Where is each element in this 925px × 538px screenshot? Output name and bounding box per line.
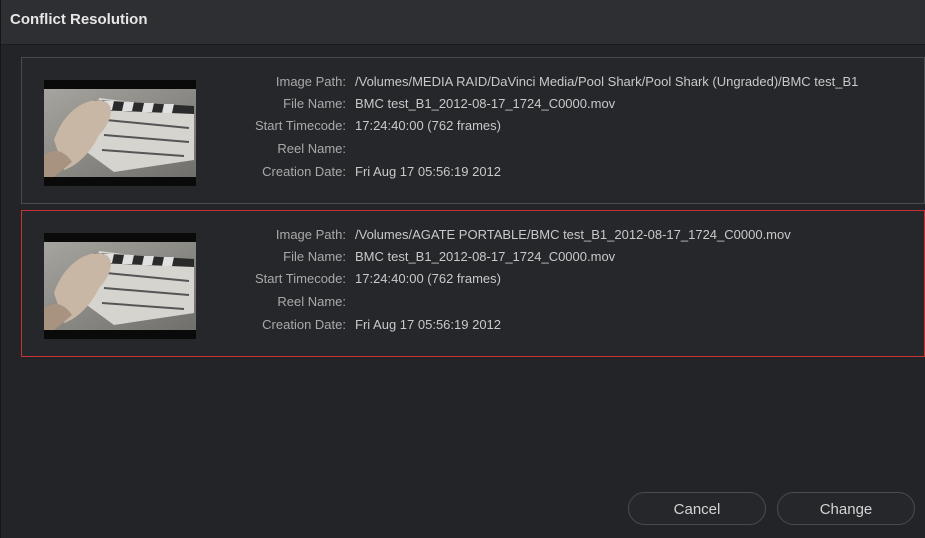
dialog-title: Conflict Resolution — [10, 11, 148, 28]
clip-metadata: Image Path: /Volumes/MEDIA RAID/DaVinci M… — [22, 58, 924, 203]
reel-name-label: Reel Name: — [277, 141, 346, 156]
start-timecode-value: 17:24:40:00 (762 frames) — [355, 271, 501, 286]
creation-date-value: Fri Aug 17 05:56:19 2012 — [355, 164, 502, 179]
file-name-value: BMC test_B1_2012-08-17_1724_C0000.mov — [355, 96, 616, 111]
image-path-value: /Volumes/MEDIA RAID/DaVinci Media/Pool S… — [355, 74, 859, 89]
reel-name-label: Reel Name: — [277, 294, 346, 309]
clip-option-2[interactable]: Image Path: /Volumes/AGATE PORTABLE/BMC t… — [21, 210, 925, 357]
file-name-value: BMC test_B1_2012-08-17_1724_C0000.mov — [355, 249, 616, 264]
creation-date-value: Fri Aug 17 05:56:19 2012 — [355, 317, 502, 332]
file-name-label: File Name: — [283, 249, 346, 264]
image-path-label: Image Path: — [275, 74, 346, 89]
change-button[interactable]: Change — [777, 492, 915, 525]
clip-metadata: Image Path: /Volumes/AGATE PORTABLE/BMC t… — [22, 211, 924, 356]
file-name-label: File Name: — [283, 96, 346, 111]
image-path-label: Image Path: — [275, 227, 346, 242]
cancel-button[interactable]: Cancel — [628, 492, 766, 525]
creation-date-label: Creation Date: — [262, 317, 346, 332]
start-timecode-value: 17:24:40:00 (762 frames) — [355, 118, 501, 133]
clip-option-1[interactable]: Image Path: /Volumes/MEDIA RAID/DaVinci M… — [21, 57, 925, 204]
conflict-resolution-dialog: Conflict Resolution Image Path: /Volumes… — [0, 0, 925, 538]
start-timecode-label: Start Timecode: — [254, 271, 346, 286]
creation-date-label: Creation Date: — [262, 164, 346, 179]
start-timecode-label: Start Timecode: — [254, 118, 346, 133]
image-path-value: /Volumes/AGATE PORTABLE/BMC test_B1_2012… — [355, 227, 791, 242]
dialog-titlebar: Conflict Resolution — [1, 0, 925, 45]
